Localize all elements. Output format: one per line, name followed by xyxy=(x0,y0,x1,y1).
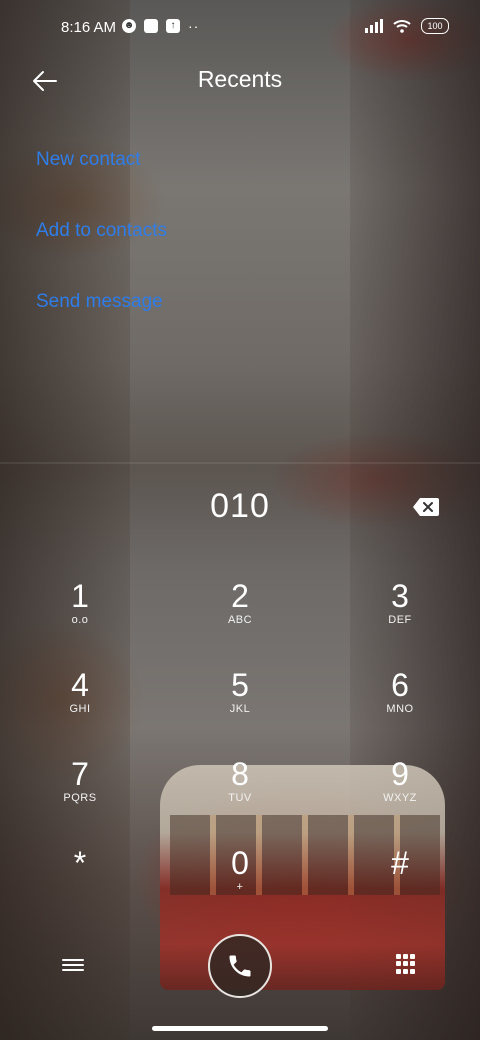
backspace-button[interactable] xyxy=(412,496,440,518)
key-hash[interactable]: # xyxy=(340,845,460,915)
phone-icon xyxy=(229,955,251,977)
upload-icon: ↑ xyxy=(166,19,180,33)
menu-icon xyxy=(62,959,84,961)
call-button[interactable] xyxy=(208,934,272,998)
key-4[interactable]: 4 GHI xyxy=(20,667,140,737)
page-title: Recents xyxy=(197,66,283,92)
battery-icon: 100 xyxy=(421,18,449,34)
add-to-contacts-link[interactable]: Add to contacts xyxy=(36,220,167,242)
backspace-icon xyxy=(413,498,439,516)
signal-icon xyxy=(365,19,383,33)
menu-button[interactable] xyxy=(62,956,84,974)
key-8[interactable]: 8 TUV xyxy=(180,756,300,826)
notification-icons: ☻ ↑ ·· xyxy=(122,18,199,34)
status-bar: 8:16 AM ☻ ↑ ·· 100 xyxy=(0,0,480,56)
key-1[interactable]: 1 ᴏ.ᴏ xyxy=(20,578,140,648)
key-7[interactable]: 7 PQRS xyxy=(20,756,140,826)
more-notifications-icon: ·· xyxy=(188,18,200,34)
dialpad-button[interactable] xyxy=(396,954,416,974)
key-2[interactable]: 2 ABC xyxy=(180,578,300,648)
status-time: 8:16 AM xyxy=(61,19,117,36)
home-indicator[interactable] xyxy=(152,1026,328,1031)
key-5[interactable]: 5 JKL xyxy=(180,667,300,737)
dialed-number[interactable]: 010 xyxy=(0,487,480,526)
key-0[interactable]: 0 + xyxy=(180,845,300,915)
key-star[interactable]: * xyxy=(20,845,140,915)
wifi-icon xyxy=(393,20,411,33)
key-3[interactable]: 3 DEF xyxy=(340,578,460,648)
key-9[interactable]: 9 WXYZ xyxy=(340,756,460,826)
dialpad-icon xyxy=(396,954,401,959)
send-message-link[interactable]: Send message xyxy=(36,291,163,313)
key-6[interactable]: 6 MNO xyxy=(340,667,460,737)
system-icons: 100 xyxy=(365,18,449,34)
app-notification-icon: ☻ xyxy=(122,19,136,33)
new-contact-link[interactable]: New contact xyxy=(36,149,141,171)
app-square-icon xyxy=(144,19,158,33)
